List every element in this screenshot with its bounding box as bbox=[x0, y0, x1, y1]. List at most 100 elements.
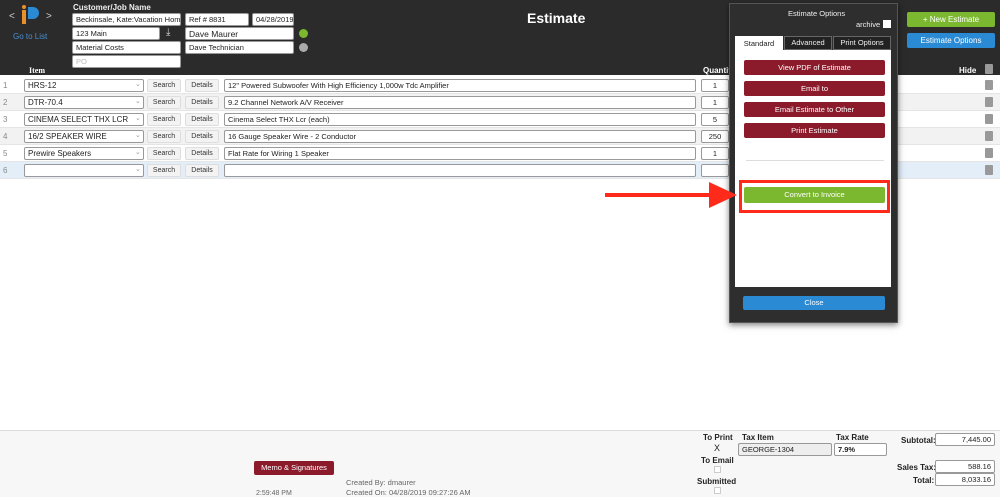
item-select[interactable]: CINEMA SELECT THX LCR bbox=[24, 113, 144, 126]
ref-field[interactable]: Ref # 8831 bbox=[185, 13, 249, 26]
row-number: 6 bbox=[3, 166, 8, 175]
sales-tax-field: 588.16 bbox=[935, 460, 995, 473]
col-quantity: Quantit bbox=[703, 66, 731, 75]
item-select[interactable]: DTR-70.4 bbox=[24, 96, 144, 109]
tax-rate-label: Tax Rate bbox=[836, 433, 869, 442]
red-arrow-icon bbox=[605, 182, 737, 208]
details-button[interactable]: Details bbox=[185, 130, 219, 143]
tab-advanced[interactable]: Advanced bbox=[784, 36, 832, 50]
description-field[interactable] bbox=[224, 164, 696, 177]
quantity-field[interactable]: 5 bbox=[701, 113, 729, 126]
tab-print-options[interactable]: Print Options bbox=[833, 36, 891, 50]
trash-icon[interactable] bbox=[985, 80, 993, 90]
col-item: Item bbox=[29, 66, 45, 75]
quantity-field[interactable]: 1 bbox=[701, 79, 729, 92]
status-gray-icon[interactable] bbox=[299, 43, 308, 52]
search-button[interactable]: Search bbox=[147, 79, 181, 92]
customer-field[interactable]: Beckinsale, Kate:Vacation Home bbox=[72, 13, 181, 26]
class-select[interactable]: Material Costs bbox=[72, 41, 181, 54]
col-hide: Hide bbox=[959, 66, 977, 75]
go-to-list-link[interactable]: Go to List bbox=[13, 32, 47, 41]
details-button[interactable]: Details bbox=[185, 113, 219, 126]
row-number: 3 bbox=[3, 115, 8, 124]
chevron-down-icon[interactable]: ⌄ bbox=[135, 148, 141, 156]
chevron-down-icon[interactable]: ⌄ bbox=[135, 97, 141, 105]
trash-icon[interactable] bbox=[985, 131, 993, 141]
status-green-icon[interactable] bbox=[299, 29, 308, 38]
submitted-checkbox[interactable] bbox=[714, 487, 721, 494]
to-email-label: To Email bbox=[701, 456, 734, 465]
convert-to-invoice-button[interactable]: Convert to Invoice bbox=[744, 187, 885, 203]
estimate-options-button[interactable]: Estimate Options bbox=[907, 33, 995, 48]
description-field[interactable]: Cinema Select THX Lcr (each) bbox=[224, 113, 696, 126]
trash-icon[interactable] bbox=[985, 148, 993, 158]
quantity-field[interactable]: 1 bbox=[701, 147, 729, 160]
search-button[interactable]: Search bbox=[147, 147, 181, 160]
item-select[interactable]: Prewire Speakers bbox=[24, 147, 144, 160]
item-select[interactable]: HRS-12 bbox=[24, 79, 144, 92]
details-button[interactable]: Details bbox=[185, 79, 219, 92]
row-number: 1 bbox=[3, 81, 8, 90]
details-button[interactable]: Details bbox=[185, 147, 219, 160]
search-button[interactable]: Search bbox=[147, 130, 181, 143]
page-title: Estimate bbox=[527, 10, 586, 26]
trash-all-icon[interactable] bbox=[985, 64, 993, 74]
chevron-down-icon[interactable]: ⌄ bbox=[135, 131, 141, 139]
customer-label: Customer/Job Name bbox=[73, 3, 151, 12]
description-field[interactable]: 16 Gauge Speaker Wire - 2 Conductor bbox=[224, 130, 696, 143]
next-record-button[interactable]: > bbox=[46, 11, 52, 22]
person-icon[interactable]: ⤓ bbox=[166, 27, 170, 38]
tax-item-label: Tax Item bbox=[742, 433, 774, 442]
view-pdf-button[interactable]: View PDF of Estimate bbox=[744, 60, 885, 75]
item-select[interactable]: 16/2 SPEAKER WIRE bbox=[24, 130, 144, 143]
item-select[interactable] bbox=[24, 164, 144, 177]
tax-rate-field[interactable]: 7.9% bbox=[834, 443, 887, 456]
description-field[interactable]: 12" Powered Subwoofer With High Efficien… bbox=[224, 79, 696, 92]
memo-signatures-button[interactable]: Memo & Signatures bbox=[254, 461, 334, 475]
new-estimate-button[interactable]: + New Estimate bbox=[907, 12, 995, 27]
email-to-button[interactable]: Email to bbox=[744, 81, 885, 96]
email-other-button[interactable]: Email Estimate to Other bbox=[744, 102, 885, 117]
chevron-down-icon[interactable]: ⌄ bbox=[135, 165, 141, 173]
trash-icon[interactable] bbox=[985, 165, 993, 175]
to-print-label: To Print bbox=[703, 433, 733, 442]
address-field[interactable]: 123 Main bbox=[72, 27, 160, 40]
row-number: 2 bbox=[3, 98, 8, 107]
total-field: 8,033.16 bbox=[935, 473, 995, 486]
total-label: Total: bbox=[913, 476, 935, 485]
technician-field[interactable]: Dave Technician bbox=[185, 41, 294, 54]
quantity-field[interactable]: 250 bbox=[701, 130, 729, 143]
divider bbox=[746, 160, 884, 161]
close-button[interactable]: Close bbox=[743, 296, 885, 310]
rep-field[interactable]: Dave Maurer bbox=[185, 27, 294, 40]
dialog-title: Estimate Options bbox=[788, 9, 846, 18]
to-print-checkbox[interactable]: X bbox=[714, 443, 720, 453]
details-button[interactable]: Details bbox=[185, 96, 219, 109]
archive-checkbox[interactable] bbox=[883, 20, 891, 28]
archive-label: archive bbox=[856, 20, 881, 29]
sales-tax-label: Sales Tax: bbox=[897, 463, 936, 472]
subtotal-field: 7,445.00 bbox=[935, 433, 995, 446]
date-field[interactable]: 04/28/2019 bbox=[252, 13, 294, 26]
trash-icon[interactable] bbox=[985, 114, 993, 124]
tab-standard[interactable]: Standard bbox=[735, 36, 783, 51]
created-by: Created By: dmaurer bbox=[346, 478, 416, 487]
chevron-down-icon[interactable]: ⌄ bbox=[135, 80, 141, 88]
description-field[interactable]: 9.2 Channel Network A/V Receiver bbox=[224, 96, 696, 109]
to-email-checkbox[interactable] bbox=[714, 466, 721, 473]
search-button[interactable]: Search bbox=[147, 113, 181, 126]
tax-item-field[interactable]: GEORGE-1304 bbox=[738, 443, 832, 456]
details-button[interactable]: Details bbox=[185, 164, 219, 177]
chevron-down-icon[interactable]: ⌄ bbox=[135, 114, 141, 122]
submitted-label: Submitted bbox=[697, 477, 737, 486]
quantity-field[interactable] bbox=[701, 164, 729, 177]
prev-record-button[interactable]: < bbox=[9, 11, 15, 22]
row-number: 5 bbox=[3, 149, 8, 158]
po-field[interactable]: PO bbox=[72, 55, 181, 68]
trash-icon[interactable] bbox=[985, 97, 993, 107]
description-field[interactable]: Flat Rate for Wiring 1 Speaker bbox=[224, 147, 696, 160]
quantity-field[interactable]: 1 bbox=[701, 96, 729, 109]
search-button[interactable]: Search bbox=[147, 96, 181, 109]
search-button[interactable]: Search bbox=[147, 164, 181, 177]
print-estimate-button[interactable]: Print Estimate bbox=[744, 123, 885, 138]
